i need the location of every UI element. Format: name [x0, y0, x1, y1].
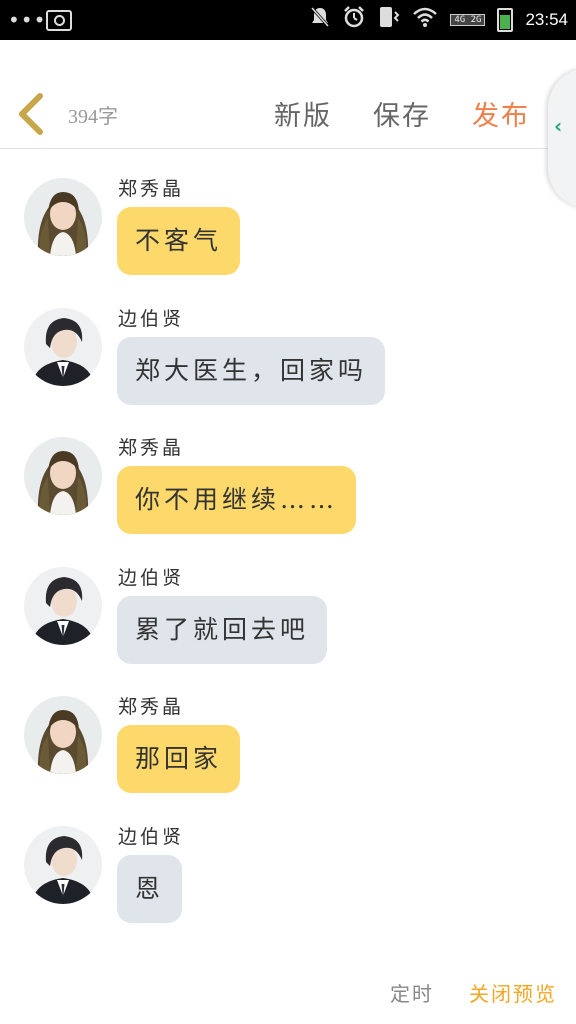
avatar[interactable]: [24, 696, 102, 774]
avatar[interactable]: [24, 178, 102, 256]
sender-name: 郑秀晶: [118, 696, 185, 718]
message-bubble[interactable]: 恩: [117, 855, 183, 923]
message-bubble[interactable]: 郑大医生，回家吗: [117, 337, 386, 405]
message-bubble[interactable]: 累了就回去吧: [117, 596, 328, 664]
sender-name: 郑秀晶: [118, 437, 185, 459]
sender-name: 边伯贤: [118, 567, 185, 589]
network-indicator: 4G 2G: [450, 14, 486, 26]
vibrate-icon: [378, 5, 400, 36]
message-bubble[interactable]: 你不用继续……: [117, 466, 357, 534]
chat-message: 边伯贤郑大医生，回家吗: [0, 300, 576, 410]
timer-button[interactable]: 定时: [390, 978, 434, 1007]
screenshot-icon: [46, 10, 72, 31]
sender-name: 边伯贤: [118, 826, 185, 848]
sender-name: 郑秀晶: [118, 178, 185, 200]
message-bubble[interactable]: 那回家: [117, 725, 241, 793]
more-dots-icon: •••: [8, 8, 47, 32]
avatar[interactable]: [24, 567, 102, 645]
word-count: 394字: [68, 106, 118, 128]
chevron-left-icon: ‹: [554, 114, 563, 138]
avatar[interactable]: [24, 308, 102, 386]
avatar[interactable]: [24, 826, 102, 904]
chat-message: 郑秀晶你不用继续……: [0, 429, 576, 539]
status-bar: ••• 4G 2G 23:54: [0, 0, 576, 40]
new-version-button[interactable]: 新版: [274, 94, 332, 133]
chat-message: 边伯贤恩: [0, 818, 576, 928]
back-button[interactable]: [14, 92, 48, 136]
alarm-icon: [342, 5, 366, 36]
chat-message: 郑秀晶 那回家: [0, 688, 576, 798]
message-bubble[interactable]: 不客气: [117, 207, 241, 275]
battery-icon: [497, 8, 514, 32]
save-button[interactable]: 保存: [373, 94, 431, 133]
chat-message: 边伯贤 累了就回去吧: [0, 559, 576, 669]
avatar[interactable]: [24, 437, 102, 515]
status-time: 23:54: [525, 10, 568, 29]
close-preview-button[interactable]: 关闭预览: [469, 978, 557, 1007]
chat-message: 郑秀晶 不客气: [0, 170, 576, 280]
publish-button[interactable]: 发布: [472, 94, 530, 133]
wifi-icon: [412, 6, 438, 35]
editor-toolbar: 394字 新版 保存 发布: [0, 40, 576, 149]
chevron-left-icon: [19, 93, 43, 135]
sender-name: 边伯贤: [118, 308, 185, 330]
status-icons: 4G 2G 23:54: [310, 5, 568, 36]
mute-icon: [310, 6, 330, 35]
